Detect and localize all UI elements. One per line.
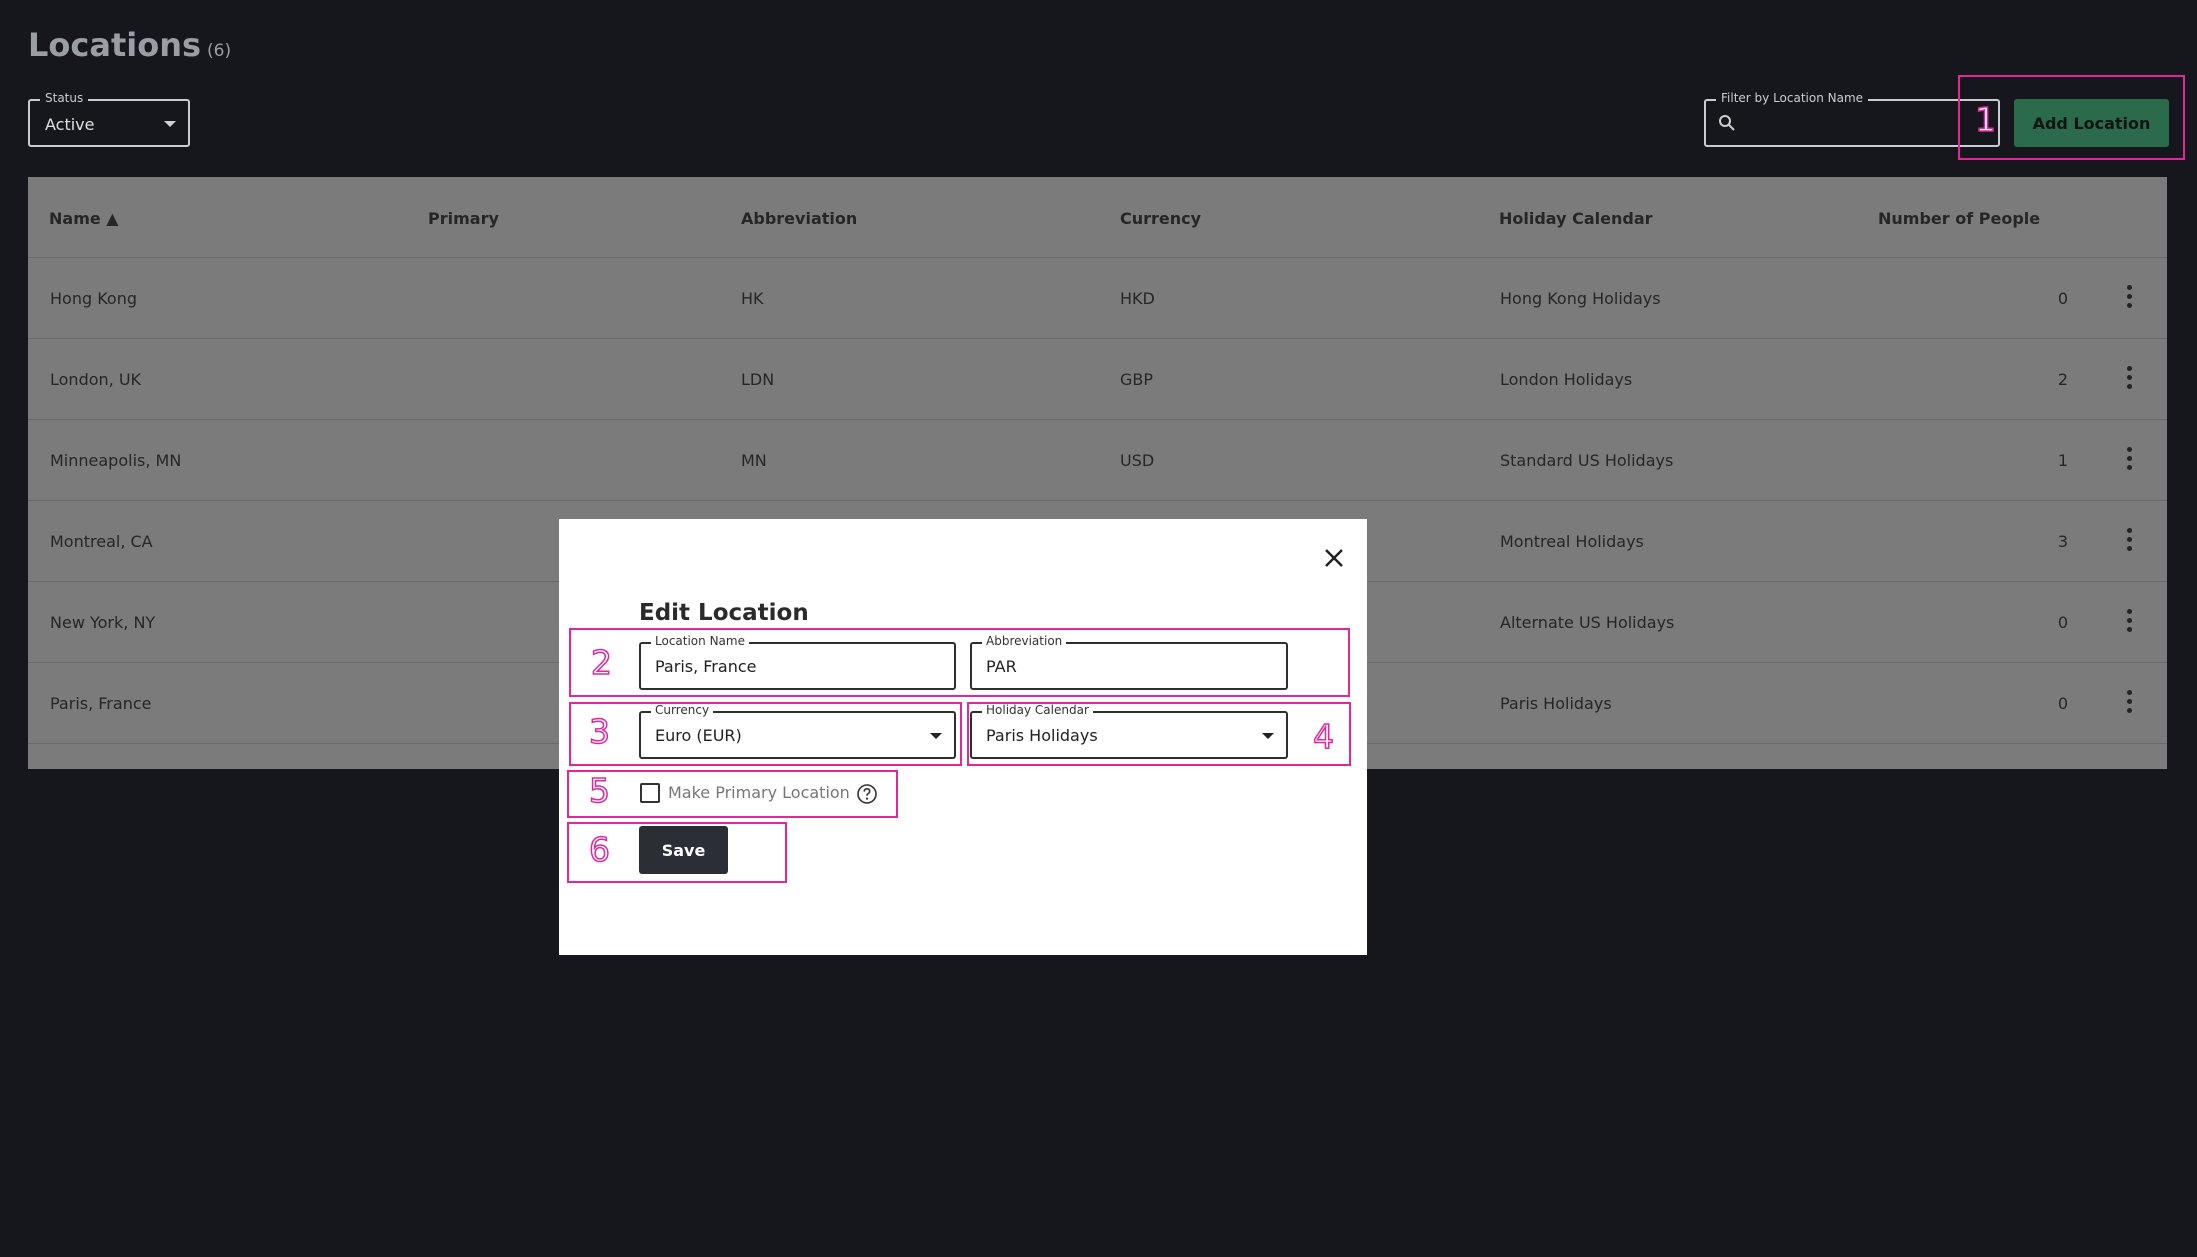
column-header-primary[interactable]: Primary	[428, 209, 499, 228]
cell-currency: HKD	[1120, 289, 1155, 308]
status-select[interactable]: Status Active	[28, 91, 190, 147]
cell-name: Montreal, CA	[50, 532, 153, 551]
table-header: Name ▲ Primary Abbreviation Currency Hol…	[28, 177, 2167, 258]
column-header-name-label: Name	[49, 209, 101, 228]
cell-holiday-calendar: Standard US Holidays	[1500, 451, 1674, 470]
column-header-number-of-people[interactable]: Number of People	[1878, 209, 2040, 228]
cell-name: Minneapolis, MN	[50, 451, 182, 470]
cell-holiday-calendar: London Holidays	[1500, 370, 1633, 389]
status-label: Status	[40, 91, 89, 105]
close-icon[interactable]	[1319, 543, 1349, 573]
annotation-marker-2: 2	[590, 642, 613, 683]
page-title: Locations (6)	[28, 26, 231, 64]
table-row[interactable]: Minneapolis, MN MN USD Standard US Holid…	[28, 420, 2167, 501]
more-options-icon[interactable]	[2127, 447, 2133, 471]
more-options-icon[interactable]	[2127, 528, 2133, 552]
more-options-icon[interactable]	[2127, 609, 2133, 633]
annotation-marker-3: 3	[588, 711, 611, 752]
cell-abbreviation: MN	[741, 451, 767, 470]
more-options-icon[interactable]	[2127, 285, 2133, 309]
status-value: Active	[45, 115, 95, 134]
annotation-box-4	[967, 702, 1351, 766]
cell-number-of-people: 0	[2057, 289, 2068, 308]
cell-abbreviation: HK	[741, 289, 764, 308]
cell-number-of-people: 3	[2057, 532, 2068, 551]
cell-name: Hong Kong	[50, 289, 137, 308]
annotation-marker-6: 6	[588, 829, 611, 870]
annotation-marker-1: 1	[1974, 99, 1997, 140]
more-options-icon[interactable]	[2127, 690, 2133, 714]
cell-number-of-people: 2	[2057, 370, 2068, 389]
column-header-abbreviation[interactable]: Abbreviation	[741, 209, 857, 228]
table-row[interactable]: Hong Kong HK HKD Hong Kong Holidays 0	[28, 258, 2167, 339]
more-options-icon[interactable]	[2127, 366, 2133, 390]
cell-name: London, UK	[50, 370, 142, 389]
annotation-marker-5: 5	[588, 770, 611, 811]
annotation-box-2	[569, 628, 1350, 697]
cell-name: New York, NY	[50, 613, 156, 632]
cell-abbreviation: LDN	[741, 370, 775, 389]
dialog-title: Edit Location	[639, 600, 809, 626]
annotation-marker-4: 4	[1312, 716, 1335, 757]
chevron-down-icon	[164, 121, 176, 127]
cell-holiday-calendar: Alternate US Holidays	[1500, 613, 1675, 632]
cell-currency: USD	[1120, 451, 1155, 470]
sort-ascending-icon: ▲	[106, 209, 119, 228]
cell-name: Paris, France	[50, 694, 152, 713]
column-header-holiday-calendar[interactable]: Holiday Calendar	[1499, 209, 1653, 228]
page-title-text: Locations	[28, 26, 202, 64]
column-header-currency[interactable]: Currency	[1120, 209, 1201, 228]
table-row[interactable]: London, UK LDN GBP London Holidays 2	[28, 339, 2167, 420]
cell-holiday-calendar: Hong Kong Holidays	[1500, 289, 1661, 308]
cell-number-of-people: 0	[2057, 694, 2068, 713]
cell-number-of-people: 1	[2057, 451, 2068, 470]
column-header-name[interactable]: Name ▲	[49, 209, 119, 228]
cell-holiday-calendar: Montreal Holidays	[1500, 532, 1644, 551]
search-icon	[1719, 115, 1735, 131]
annotation-box-3	[569, 702, 962, 766]
annotation-box-5	[567, 770, 898, 818]
filter-label: Filter by Location Name	[1716, 91, 1869, 105]
cell-number-of-people: 0	[2057, 613, 2068, 632]
cell-holiday-calendar: Paris Holidays	[1500, 694, 1612, 713]
location-name-filter[interactable]: Filter by Location Name	[1704, 91, 2000, 147]
cell-currency: GBP	[1120, 370, 1154, 389]
location-count: (6)	[207, 41, 232, 61]
